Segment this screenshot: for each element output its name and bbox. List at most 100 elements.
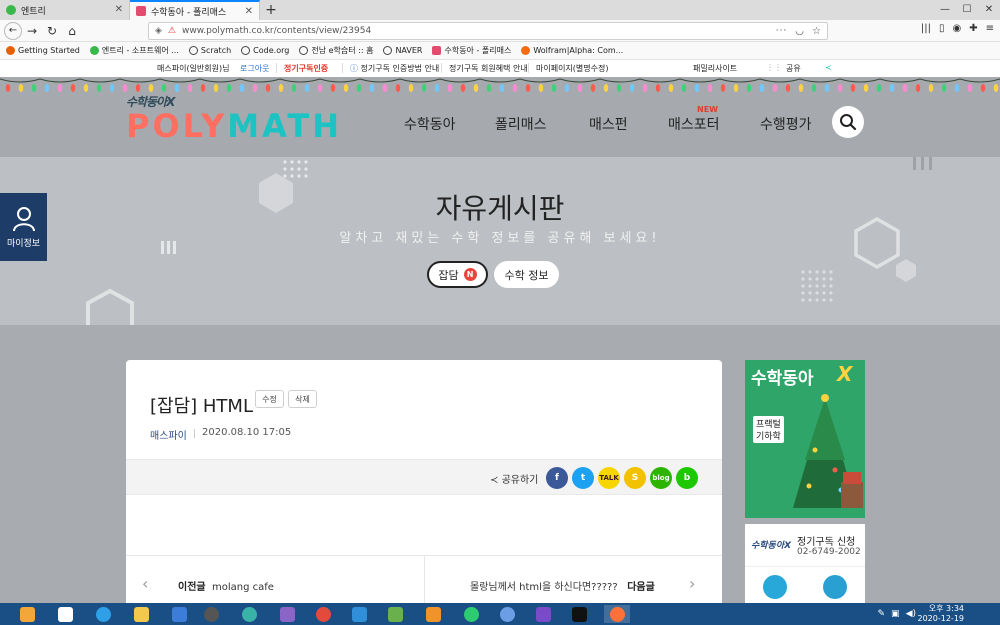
user-circle-icon[interactable] xyxy=(763,575,787,599)
nav-mathfun[interactable]: 매스펀 xyxy=(589,114,628,134)
edit-button[interactable]: 수정 xyxy=(255,390,284,408)
reload-button[interactable]: ↻ xyxy=(42,22,62,40)
taskbar-sublime[interactable] xyxy=(420,605,446,623)
post-author[interactable]: 매스파이 xyxy=(150,427,187,442)
taskbar-edge[interactable] xyxy=(236,605,262,623)
start-button[interactable] xyxy=(14,605,40,623)
divider xyxy=(194,429,195,438)
taskbar-firefox[interactable] xyxy=(604,605,630,623)
pocket-icon[interactable]: ◡ xyxy=(795,26,804,37)
taskbar-vscode[interactable] xyxy=(346,605,372,623)
insecure-icon[interactable]: ⚠ xyxy=(168,26,176,36)
taskbar-explorer[interactable] xyxy=(128,605,154,623)
tab-math-info[interactable]: 수학 정보 xyxy=(494,261,559,288)
app-icon xyxy=(279,606,295,622)
shield-badge-icon[interactable]: ◉ xyxy=(952,23,961,34)
library-icon[interactable]: ||| xyxy=(921,23,931,34)
forward-button[interactable]: → xyxy=(22,22,42,40)
edge-icon xyxy=(241,606,257,622)
polymath-logo[interactable]: 수학동아X POLYMATH xyxy=(126,93,342,142)
play-icon xyxy=(463,606,479,622)
taskbar-app[interactable] xyxy=(494,605,520,623)
pen-icon[interactable]: ✎ xyxy=(878,609,886,619)
address-bar[interactable]: ◈ ⚠ www.polymath.co.kr/contents/view/239… xyxy=(148,22,828,40)
globe-icon xyxy=(241,46,251,55)
alert-circle-icon[interactable] xyxy=(823,575,847,599)
hexagon-decoration xyxy=(896,259,916,282)
taskbar-ie[interactable] xyxy=(90,605,116,623)
clock[interactable]: 오후 3:34 2020-12-19 xyxy=(918,604,965,624)
tab-close-icon[interactable]: ✕ xyxy=(115,4,123,15)
shield-icon[interactable]: ◈ xyxy=(155,26,162,36)
taskbar-help[interactable] xyxy=(166,605,192,623)
sidebar-icon[interactable]: ▯ xyxy=(939,23,945,34)
taskbar-visual-studio[interactable] xyxy=(530,605,556,623)
naver-blog-icon[interactable]: blog xyxy=(650,467,672,489)
volume-icon[interactable]: ◀) xyxy=(906,609,916,619)
tab-chat[interactable]: 잡담 N xyxy=(427,261,488,288)
tab-close-icon[interactable]: ✕ xyxy=(245,6,253,17)
subscribe-box[interactable]: 수학동아X 정기구독 신청 02-6749-2002 xyxy=(745,524,865,566)
taskbar-app[interactable] xyxy=(274,605,300,623)
bookmark-star-icon[interactable]: ☆ xyxy=(812,26,821,37)
delete-button[interactable]: 삭제 xyxy=(288,390,317,408)
home-button[interactable]: ⌂ xyxy=(62,22,82,40)
post-date: 2020.08.10 17:05 xyxy=(202,427,292,438)
mypage-side-button[interactable]: 마이정보 xyxy=(0,193,47,261)
benefits-link[interactable]: 정기구독 회원혜택 안내 xyxy=(449,63,528,74)
bookmark-item[interactable]: Wolfram|Alpha: Com... xyxy=(521,46,623,55)
nav-suhakdonga[interactable]: 수학동아 xyxy=(404,114,456,134)
chrome-icon xyxy=(315,606,331,622)
search-button[interactable] xyxy=(832,106,864,138)
family-site-link[interactable]: 패밀리사이트 xyxy=(693,63,737,74)
bookmark-item[interactable]: Code.org xyxy=(241,46,289,55)
prev-post-link[interactable]: 이전글 molang cafe xyxy=(178,578,274,593)
band-icon[interactable]: b xyxy=(676,467,698,489)
back-button[interactable]: ← xyxy=(4,21,22,40)
nav-polymath[interactable]: 폴리매스 xyxy=(495,114,547,134)
page-actions-icon[interactable]: ··· xyxy=(776,26,788,36)
taskbar-app[interactable] xyxy=(198,605,224,623)
twitter-icon[interactable]: t xyxy=(572,467,594,489)
taskbar-chrome[interactable] xyxy=(310,605,336,623)
taskbar-app[interactable] xyxy=(458,605,484,623)
nav-mathporter[interactable]: 매스포터 xyxy=(668,114,720,134)
taskbar-app[interactable] xyxy=(382,605,408,623)
chevron-left-icon[interactable]: ‹ xyxy=(142,574,148,593)
divider xyxy=(528,63,529,73)
bookmark-item[interactable]: 전남 e학습터 :: 홈 xyxy=(299,45,373,56)
bookmark-item[interactable]: Getting Started xyxy=(6,46,80,55)
taskbar-notepad[interactable] xyxy=(52,605,78,623)
extensions-icon[interactable]: ✚ xyxy=(969,23,977,34)
nav-performance[interactable]: 수행평가 xyxy=(760,114,812,134)
menu-icon[interactable]: ≡ xyxy=(986,23,994,34)
maximize-icon[interactable]: ☐ xyxy=(956,0,978,20)
entry-favicon-icon xyxy=(6,5,16,15)
share-icon: ≺ xyxy=(490,475,499,486)
network-icon[interactable]: ▣ xyxy=(891,609,900,619)
chevron-right-icon[interactable]: › xyxy=(689,574,695,593)
bookmark-item[interactable]: NAVER xyxy=(383,46,422,55)
logout-link[interactable]: 로그아웃 xyxy=(240,63,269,74)
kakaotalk-icon[interactable]: TALK xyxy=(598,467,620,489)
mypage-link[interactable]: 마이페이지(별명수정) xyxy=(536,63,608,74)
share-link[interactable]: 공유 xyxy=(786,63,801,74)
taskbar-clion[interactable] xyxy=(566,605,592,623)
new-tab-button[interactable]: + xyxy=(260,0,282,20)
bookmark-item[interactable]: 수학동아 - 폴리매스 xyxy=(432,45,511,56)
bookmark-item[interactable]: Scratch xyxy=(188,46,231,55)
share-icon[interactable]: ≺ xyxy=(825,63,832,72)
minimize-icon[interactable]: — xyxy=(934,0,956,20)
close-window-icon[interactable]: ✕ xyxy=(978,0,1000,20)
browser-tab-entry[interactable]: 엔트리 ✕ xyxy=(0,0,130,20)
bookmark-item[interactable]: 엔트리 - 소프트웨어 ... xyxy=(89,45,179,56)
facebook-icon[interactable]: f xyxy=(546,467,568,489)
browser-nav-bar: ← → ↻ ⌂ ◈ ⚠ www.polymath.co.kr/contents/… xyxy=(0,20,1000,42)
auth-guide-link[interactable]: ⓘ 정기구독 인증방법 안내 xyxy=(350,63,439,74)
kakaostory-icon[interactable]: S xyxy=(624,467,646,489)
browser-tab-polymath[interactable]: 수학동아 - 폴리매스 ✕ xyxy=(130,0,260,20)
subscribe-auth-link[interactable]: 정기구독인증 xyxy=(284,63,328,74)
next-post-link[interactable]: 몰랑님께서 html을 하신다면????? 다음글 xyxy=(470,578,655,593)
magazine-ad[interactable]: 수학동아 X 프랙털 기하학 xyxy=(745,360,865,518)
url-text[interactable]: www.polymath.co.kr/contents/view/23954 xyxy=(182,26,371,36)
